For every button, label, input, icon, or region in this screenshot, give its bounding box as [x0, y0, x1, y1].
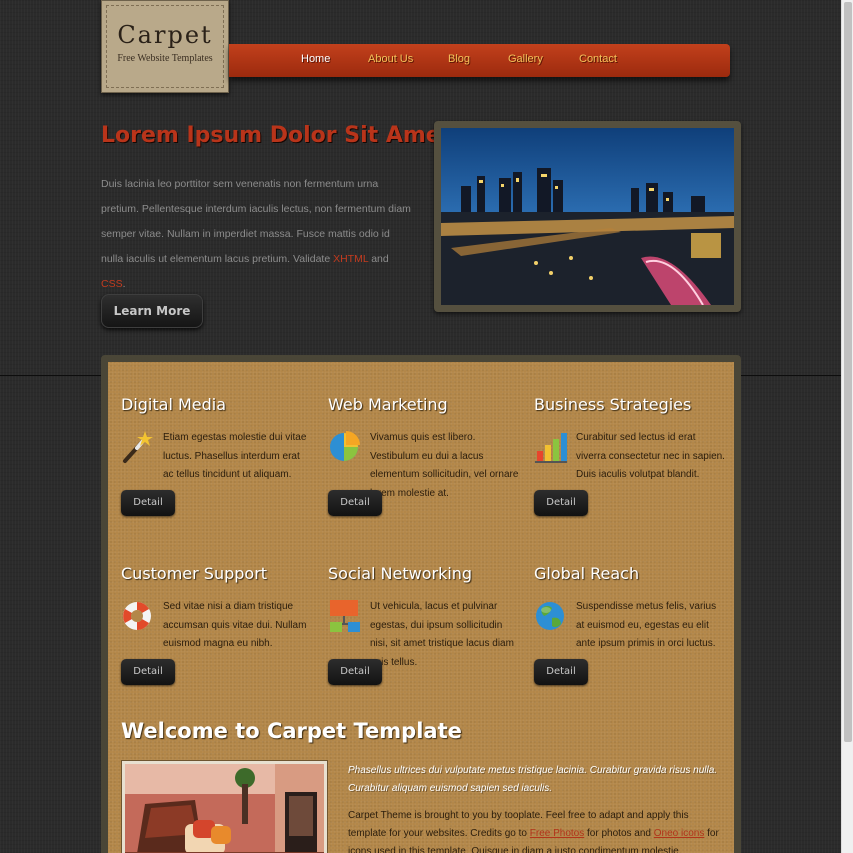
logo-title: Carpet [117, 21, 213, 49]
nav-blog[interactable]: Blog [448, 53, 470, 65]
detail-button[interactable]: Detail [534, 659, 588, 685]
site-logo[interactable]: Carpet Free Website Templates [101, 0, 229, 93]
hero-text-body: Duis lacinia leo porttitor sem venenatis… [101, 178, 411, 265]
service-text: Suspendisse metus felis, varius at euism… [576, 601, 717, 649]
service-title: Social Networking [328, 564, 473, 583]
nav-about-us[interactable]: About Us [368, 53, 413, 65]
scrollbar-thumb[interactable] [844, 2, 852, 742]
city-night-image [441, 128, 734, 305]
detail-button[interactable]: Detail [328, 659, 382, 685]
welcome-photo-frame [121, 760, 328, 853]
network-icon [328, 598, 362, 634]
service-title: Global Reach [534, 564, 640, 583]
interior-room-image [125, 764, 324, 853]
main-nav: Home About Us Blog Gallery Contact [229, 44, 730, 77]
welcome-body-text-2: for photos and [587, 828, 651, 839]
hero-title: Lorem Ipsum Dolor Sit Amet [101, 123, 452, 148]
hero-text: Duis lacinia leo porttitor sem venenatis… [101, 172, 411, 297]
main-content-panel: Digital Media Etiam egestas molestie dui… [101, 355, 741, 853]
xhtml-link[interactable]: XHTML [333, 253, 368, 265]
hero-text-and: and [371, 253, 389, 265]
magic-wand-icon [121, 429, 155, 465]
main-content-inner: Digital Media Etiam egestas molestie dui… [108, 362, 734, 853]
vertical-scrollbar[interactable] [841, 0, 853, 853]
service-title: Digital Media [121, 395, 227, 414]
pie-chart-icon [328, 429, 362, 465]
detail-button[interactable]: Detail [121, 659, 175, 685]
detail-button[interactable]: Detail [328, 490, 382, 516]
welcome-intro: Phasellus ultrices dui vulputate metus t… [348, 765, 718, 794]
nav-gallery[interactable]: Gallery [508, 53, 543, 65]
service-text: Sed vitae nisi a diam tristique accumsan… [163, 601, 307, 649]
css-link[interactable]: CSS [101, 278, 123, 290]
service-text: Curabitur sed lectus id erat viverra con… [576, 432, 725, 480]
hero-image-frame [434, 121, 741, 312]
logo-subtitle: Free Website Templates [117, 53, 213, 64]
nav-contact[interactable]: Contact [579, 53, 617, 65]
service-text: Etiam egestas molestie dui vitae luctus.… [163, 432, 307, 480]
service-text: Vivamus quis est libero. Vestibulum eu d… [370, 432, 519, 499]
service-title: Web Marketing [328, 395, 448, 414]
service-title: Customer Support [121, 564, 268, 583]
learn-more-button[interactable]: Learn More [101, 294, 203, 328]
detail-button[interactable]: Detail [534, 490, 588, 516]
nav-home[interactable]: Home [301, 53, 330, 65]
free-photos-link[interactable]: Free Photos [530, 828, 584, 839]
detail-button[interactable]: Detail [121, 490, 175, 516]
service-title: Business Strategies [534, 395, 692, 414]
bar-chart-icon [534, 429, 568, 465]
lifebuoy-icon [121, 598, 155, 634]
globe-icon [534, 598, 568, 634]
oneo-icons-link[interactable]: Oneo icons [654, 828, 705, 839]
welcome-body: Carpet Theme is brought to you by toopla… [348, 807, 720, 853]
service-text: Ut vehicula, lacus et pulvinar egestas, … [370, 601, 514, 668]
hero-text-end: . [122, 278, 126, 290]
welcome-title: Welcome to Carpet Template [121, 719, 462, 743]
